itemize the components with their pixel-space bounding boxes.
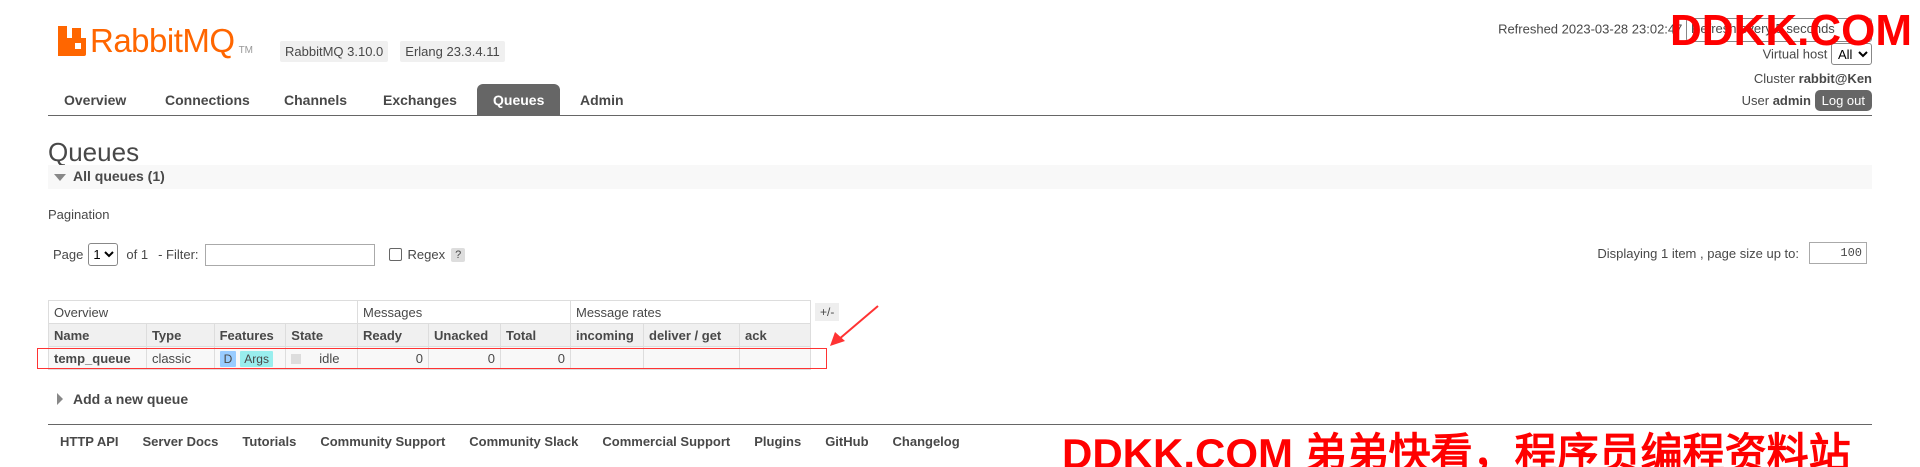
rabbit-logo-icon [58, 26, 88, 56]
regex-checkbox[interactable] [388, 248, 402, 261]
footer-link-community-support[interactable]: Community Support [320, 434, 445, 449]
regex-help-button[interactable]: ? [451, 247, 466, 262]
refreshed-text: Refreshed 2023-03-28 23:02:47 [1498, 21, 1683, 37]
tab-admin[interactable]: Admin [564, 84, 640, 116]
col-unacked[interactable]: Unacked [428, 323, 501, 347]
pagination-label: Pagination [48, 207, 110, 222]
tab-connections[interactable]: Connections [149, 84, 266, 116]
logo-text: RabbitMQ [90, 22, 235, 59]
col-ready[interactable]: Ready [357, 323, 429, 347]
group-header-overview: Overview [48, 300, 358, 324]
displaying-text: Displaying 1 item , page size up to: [1597, 245, 1799, 261]
footer-link-http-api[interactable]: HTTP API [60, 434, 119, 449]
col-ack[interactable]: ack [739, 323, 811, 347]
col-total[interactable]: Total [500, 323, 571, 347]
filter-label: - Filter: [158, 247, 199, 262]
add-new-label: Add a new queue [73, 391, 189, 407]
rabbitmq-version: RabbitMQ 3.10.0 [280, 41, 389, 62]
footer-link-github[interactable]: GitHub [825, 434, 868, 449]
tab-exchanges[interactable]: Exchanges [367, 84, 473, 116]
tab-channels[interactable]: Channels [268, 84, 363, 116]
all-queues-section-toggle[interactable]: All queues (1) [48, 165, 1872, 189]
add-new-queue-toggle[interactable]: Add a new queue [57, 391, 188, 407]
versions: RabbitMQ 3.10.0 Erlang 23.3.4.11 [280, 41, 505, 62]
filter-input[interactable] [204, 243, 375, 266]
footer-link-server-docs[interactable]: Server Docs [143, 434, 219, 449]
col-name[interactable]: Name [48, 323, 147, 347]
watermark-top: DDKK.COM [1670, 6, 1912, 55]
tab-overview[interactable]: Overview [48, 84, 142, 116]
footer-link-plugins[interactable]: Plugins [754, 434, 801, 449]
footer-link-community-slack[interactable]: Community Slack [469, 434, 578, 449]
erlang-version: Erlang 23.3.4.11 [400, 41, 505, 62]
page-size-input[interactable]: 100 [1809, 242, 1867, 264]
tab-queues[interactable]: Queues [477, 84, 561, 116]
of-label: of 1 [126, 247, 149, 262]
col-deliver-get[interactable]: deliver / get [643, 323, 740, 347]
main-tabs: Overview Connections Channels Exchanges … [48, 84, 1872, 116]
regex-label: Regex [407, 247, 446, 262]
col-type[interactable]: Type [145, 323, 215, 347]
page-label: Page [53, 247, 84, 262]
group-header-message-rates: Message rates [570, 300, 811, 324]
footer-link-tutorials[interactable]: Tutorials [242, 434, 296, 449]
rabbitmq-logo[interactable]: RabbitMQ TM [58, 22, 253, 60]
col-incoming[interactable]: incoming [570, 323, 644, 347]
pager: Page 1 of 1 - Filter: Regex ? [53, 243, 466, 266]
logo-tm: TM [238, 44, 254, 56]
section-label: All queues (1) [73, 168, 165, 184]
annotation-highlight-box [37, 348, 827, 369]
page-title: Queues [48, 137, 140, 167]
displaying-info: Displaying 1 item , page size up to: 100 [1597, 242, 1867, 264]
footer-link-commercial-support[interactable]: Commercial Support [602, 434, 730, 449]
annotation-arrow-icon [830, 305, 879, 346]
col-state[interactable]: State [285, 323, 358, 347]
group-header-messages: Messages [357, 300, 571, 324]
collapse-triangle-icon [54, 174, 66, 181]
watermark-bottom: DDKK.COM 弟弟快看，程序员编程资料站 [1062, 430, 1851, 467]
page-select[interactable]: 1 [88, 243, 119, 266]
col-features[interactable]: Features [213, 323, 287, 347]
expand-triangle-icon [57, 393, 63, 405]
footer-link-changelog[interactable]: Changelog [893, 434, 960, 449]
